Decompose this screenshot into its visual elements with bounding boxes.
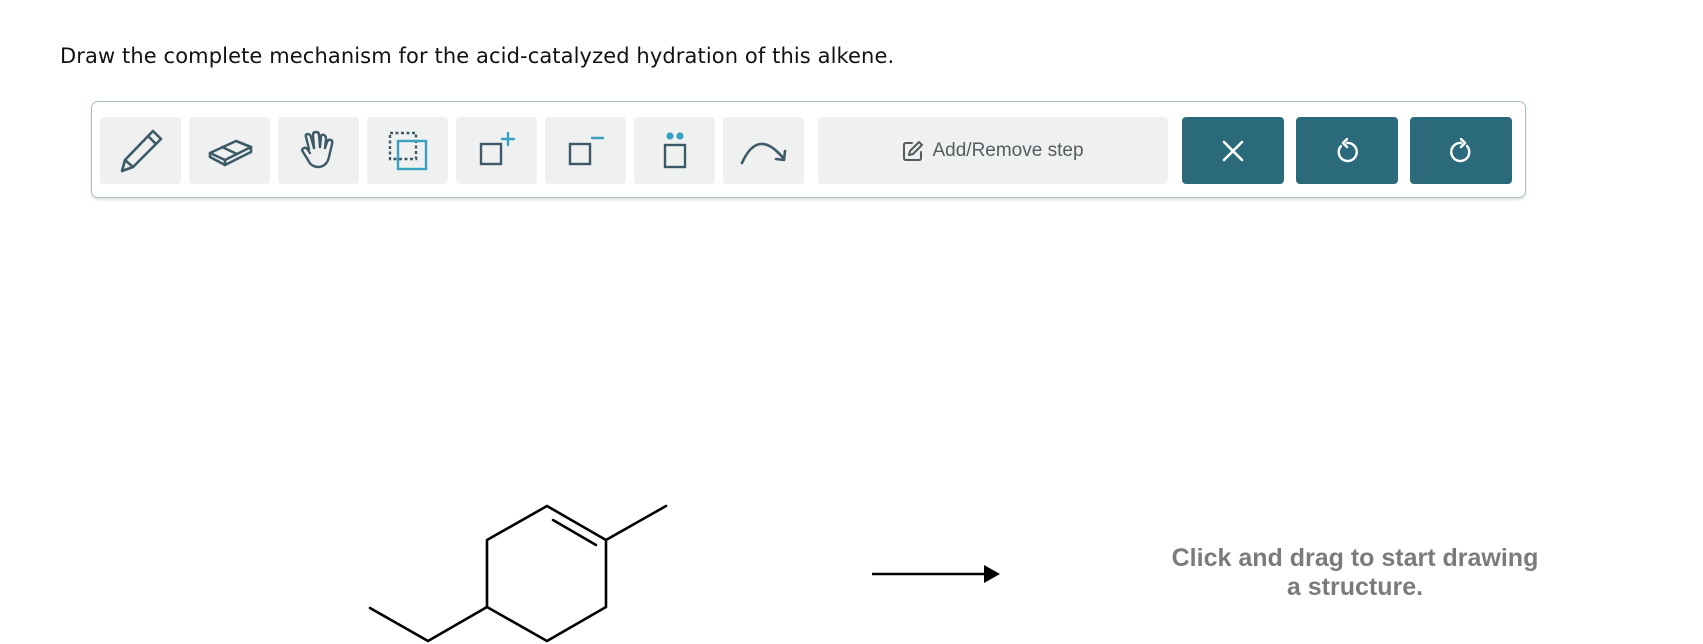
hand-tool-button[interactable]: [278, 117, 359, 184]
double-bond-inner-line: [551, 518, 598, 547]
add-remove-step-button[interactable]: Add/Remove step: [818, 117, 1168, 184]
eraser-icon: [208, 139, 252, 166]
redo-button[interactable]: [1410, 117, 1512, 184]
add-remove-step-label: Add/Remove step: [932, 139, 1084, 161]
curved-arrow-tool-button[interactable]: [723, 117, 804, 184]
remove-charge-tool-button[interactable]: [545, 117, 626, 184]
add-charge-icon: [479, 131, 515, 165]
reaction-arrow: [872, 565, 1000, 583]
ethyl-bond: [368, 605, 489, 643]
select-icon: [388, 131, 427, 170]
ring-bond: [485, 504, 608, 643]
edit-icon: [903, 140, 924, 161]
lone-pair-icon: [663, 131, 686, 168]
clear-button[interactable]: [1182, 117, 1284, 184]
undo-icon: [1337, 137, 1358, 162]
undo-button[interactable]: [1296, 117, 1398, 184]
eraser-tool-button[interactable]: [189, 117, 270, 184]
pencil-icon: [120, 129, 162, 172]
pencil-tool-button[interactable]: [100, 117, 181, 184]
empty-canvas-hint: Click and drag to start drawing a struct…: [1171, 544, 1539, 601]
remove-charge-icon: [568, 136, 604, 165]
lone-pair-tool-button[interactable]: [634, 117, 715, 184]
select-tool-button[interactable]: [367, 117, 448, 184]
redo-icon: [1450, 137, 1471, 162]
hand-icon: [300, 130, 334, 168]
close-icon: [1222, 140, 1244, 161]
methyl-bond: [604, 504, 668, 542]
curved-arrow-icon: [740, 142, 786, 164]
question-prompt: Draw the complete mechanism for the acid…: [60, 44, 895, 68]
add-charge-tool-button[interactable]: [456, 117, 537, 184]
drawing-toolbar: Add/Remove step: [91, 101, 1526, 198]
